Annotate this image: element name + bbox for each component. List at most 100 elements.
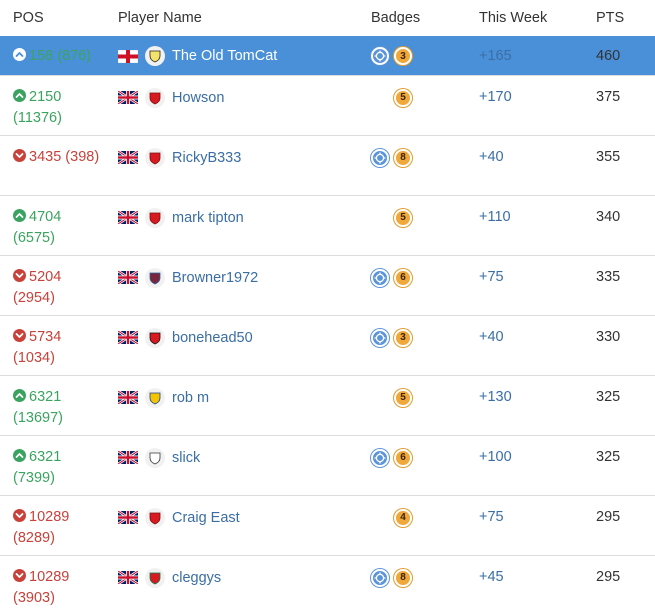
position-rank: 4704 xyxy=(29,209,61,225)
header-player-name[interactable]: Player Name xyxy=(105,0,358,37)
position: 4704 (6575) xyxy=(0,196,105,249)
total-points: 340 xyxy=(580,196,655,228)
arrow-up-icon xyxy=(13,209,26,222)
this-week-points: +170 xyxy=(462,76,580,108)
badges-cell: 3 xyxy=(358,316,462,376)
crosshair-badge-icon xyxy=(371,329,389,347)
player-name-link[interactable]: Browner1972 xyxy=(172,270,258,286)
table-row[interactable]: 5734 (1034) bonehead50 3 +40 330 xyxy=(0,316,655,376)
club-crest-icon xyxy=(145,568,165,588)
player-cell: The Old TomCat xyxy=(105,37,358,76)
player-cell: Craig East xyxy=(105,496,358,556)
total-points: 375 xyxy=(580,76,655,108)
this-week-cell: +170 xyxy=(462,76,580,136)
uk-flag-icon xyxy=(118,331,138,344)
table-row[interactable]: 6321 (13697) rob m 5 +130 325 xyxy=(0,376,655,436)
number-badge: 3 xyxy=(394,329,412,347)
total-points: 460 xyxy=(580,46,655,67)
pts-cell: 335 xyxy=(580,256,655,316)
player-name-link[interactable]: rob m xyxy=(172,390,209,406)
uk-flag-icon xyxy=(118,571,138,584)
table-row[interactable]: 5204 (2954) Browner1972 6 +75 335 xyxy=(0,256,655,316)
pos-cell: 5204 (2954) xyxy=(0,256,105,316)
header-this-week[interactable]: This Week xyxy=(462,0,580,37)
this-week-cell: +75 xyxy=(462,256,580,316)
this-week-cell: +100 xyxy=(462,436,580,496)
pos-cell: 4704 (6575) xyxy=(0,196,105,256)
position-previous: (876) xyxy=(57,48,91,64)
player-name-link[interactable]: slick xyxy=(172,450,200,466)
player-name-link[interactable]: Craig East xyxy=(172,510,240,526)
table-row[interactable]: 3435 (398) RickyB333 8 +40 355 xyxy=(0,136,655,196)
position-previous: (11376) xyxy=(13,110,62,126)
number-badge: 8 xyxy=(394,569,412,587)
table-row[interactable]: 2150 (11376) Howson 5 +170 375 xyxy=(0,76,655,136)
header-badges[interactable]: Badges xyxy=(358,0,462,37)
this-week-cell: +75 xyxy=(462,496,580,556)
this-week-points: +75 xyxy=(462,256,580,288)
pos-cell: 3435 (398) xyxy=(0,136,105,196)
club-crest-icon xyxy=(145,508,165,528)
table-row[interactable]: 158 (876) The Old TomCat 3 +165 460 xyxy=(0,37,655,76)
number-badge: 5 xyxy=(394,89,412,107)
position-previous: (398) xyxy=(65,149,99,165)
this-week-points: +100 xyxy=(462,436,580,468)
this-week-points: +130 xyxy=(462,376,580,408)
player-cell: cleggys xyxy=(105,556,358,615)
club-crest-icon xyxy=(145,388,165,408)
pts-cell: 325 xyxy=(580,436,655,496)
player-name-link[interactable]: Howson xyxy=(172,90,224,106)
player-name-link[interactable]: cleggys xyxy=(172,570,221,586)
player-name-link[interactable]: bonehead50 xyxy=(172,330,253,346)
number-badge: 5 xyxy=(394,389,412,407)
player-name-link[interactable]: mark tipton xyxy=(172,210,244,226)
uk-flag-icon xyxy=(118,151,138,164)
uk-flag-icon xyxy=(118,91,138,104)
position: 6321 (7399) xyxy=(0,436,105,489)
pos-cell: 10289 (3903) xyxy=(0,556,105,615)
total-points: 335 xyxy=(580,256,655,288)
table-row[interactable]: 6321 (7399) slick 6 +100 325 xyxy=(0,436,655,496)
position-previous: (6575) xyxy=(13,230,55,246)
pos-cell: 6321 (7399) xyxy=(0,436,105,496)
crosshair-badge-icon xyxy=(371,569,389,587)
player-cell: Howson xyxy=(105,76,358,136)
club-crest-icon xyxy=(145,148,165,168)
this-week-cell: +45 xyxy=(462,556,580,615)
arrow-down-icon xyxy=(13,149,26,162)
badges-cell: 3 xyxy=(358,37,462,76)
player-cell: slick xyxy=(105,436,358,496)
position-previous: (8289) xyxy=(13,530,55,546)
position: 10289 (3903) xyxy=(0,556,105,609)
arrow-down-icon xyxy=(13,269,26,282)
position: 5204 (2954) xyxy=(0,256,105,309)
arrow-down-icon xyxy=(13,569,26,582)
player-name-link[interactable]: The Old TomCat xyxy=(172,48,277,64)
uk-flag-icon xyxy=(118,391,138,404)
position-rank: 6321 xyxy=(29,389,61,405)
position-previous: (1034) xyxy=(13,350,55,366)
pos-cell: 158 (876) xyxy=(0,37,105,76)
uk-flag-icon xyxy=(118,211,138,224)
table-body: 158 (876) The Old TomCat 3 +165 460 2150… xyxy=(0,37,655,615)
arrow-down-icon xyxy=(13,509,26,522)
crosshair-badge-icon xyxy=(371,269,389,287)
header-pos[interactable]: POS xyxy=(0,0,105,37)
table-row[interactable]: 10289 (3903) cleggys 8 +45 295 xyxy=(0,556,655,615)
pts-cell: 295 xyxy=(580,556,655,615)
club-crest-icon xyxy=(145,268,165,288)
table-row[interactable]: 10289 (8289) Craig East 4 +75 295 xyxy=(0,496,655,556)
badges-cell: 8 xyxy=(358,136,462,196)
badges-cell: 6 xyxy=(358,256,462,316)
position: 10289 (8289) xyxy=(0,496,105,549)
player-name-link[interactable]: RickyB333 xyxy=(172,150,241,166)
pts-cell: 325 xyxy=(580,376,655,436)
position: 2150 (11376) xyxy=(0,76,105,129)
header-pts[interactable]: PTS xyxy=(580,0,655,37)
player-cell: bonehead50 xyxy=(105,316,358,376)
this-week-points: +75 xyxy=(462,496,580,528)
total-points: 295 xyxy=(580,496,655,528)
position-rank: 2150 xyxy=(29,89,61,105)
table-row[interactable]: 4704 (6575) mark tipton 5 +110 340 xyxy=(0,196,655,256)
club-crest-icon xyxy=(145,448,165,468)
